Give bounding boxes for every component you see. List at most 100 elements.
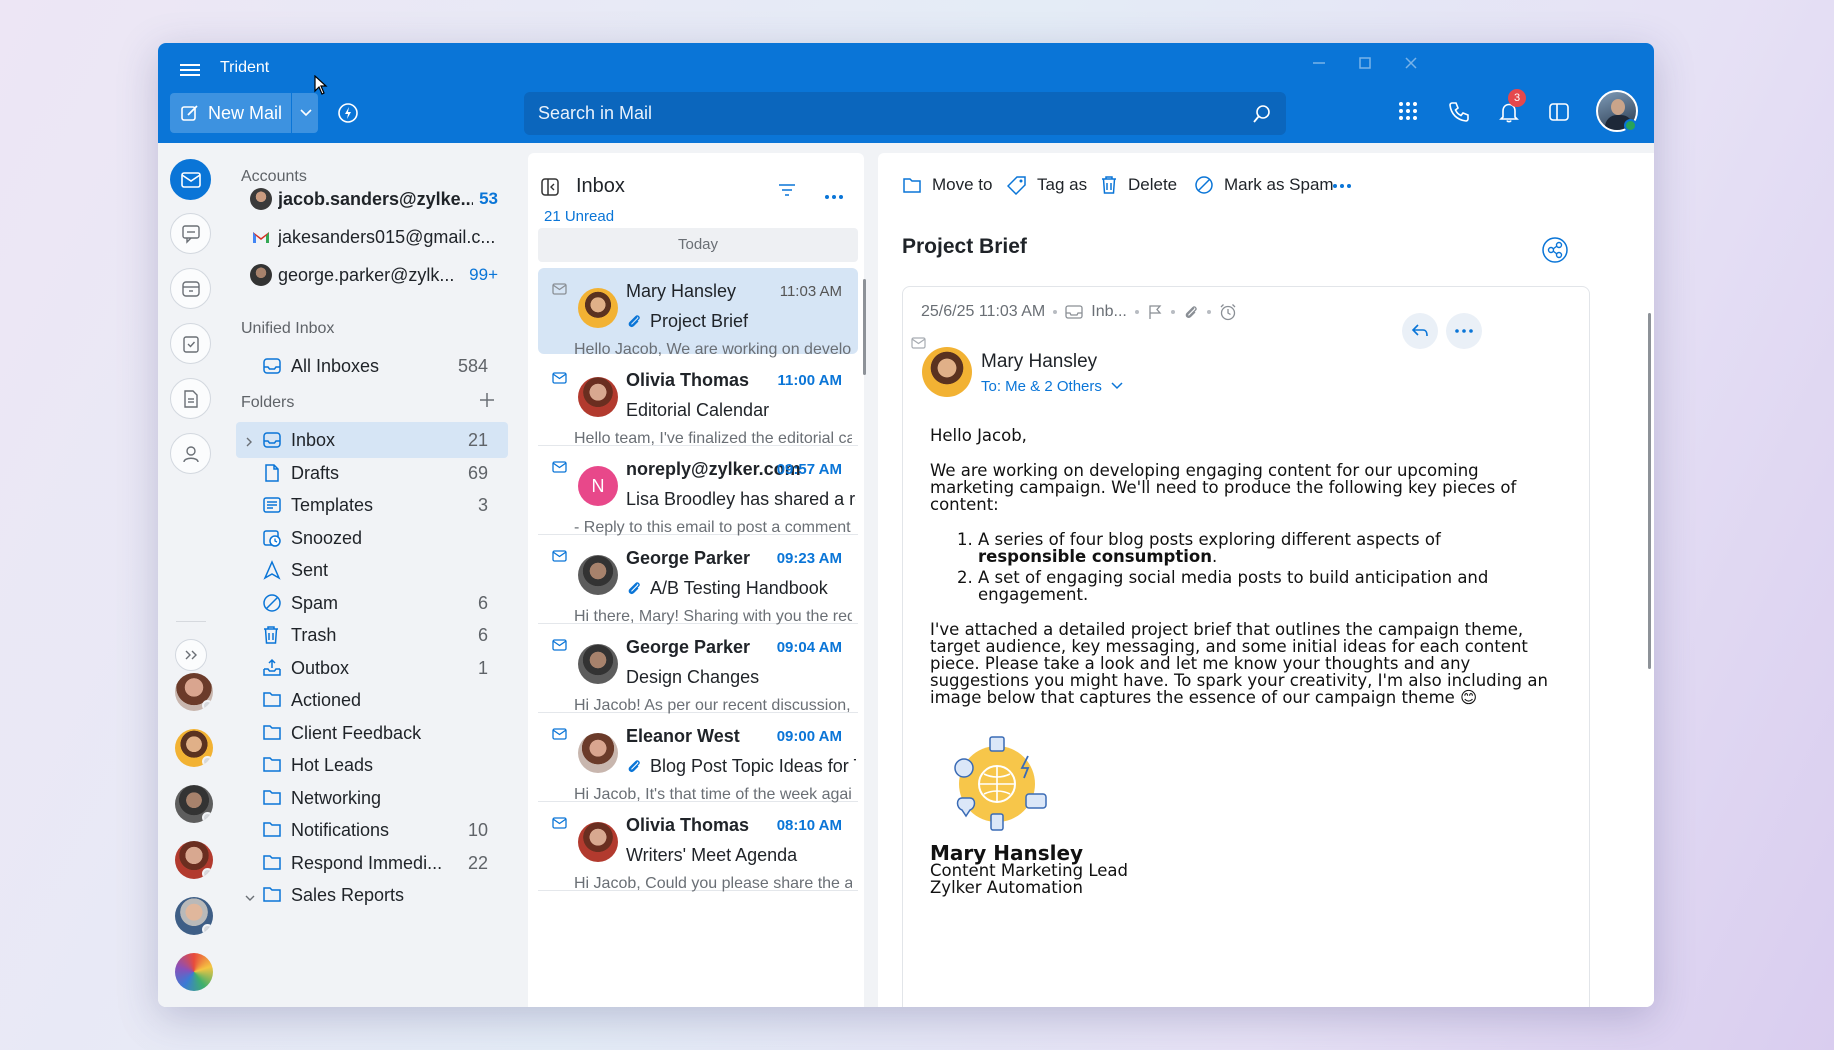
- rail-mail-icon[interactable]: [170, 159, 211, 200]
- sender-name[interactable]: Mary Hansley: [981, 351, 1097, 373]
- collapse-pane-icon[interactable]: [540, 177, 560, 202]
- new-mail-dropdown[interactable]: [291, 93, 319, 133]
- folder-templates[interactable]: Templates 3: [236, 487, 508, 523]
- mail-list-item[interactable]: George Parker 09:23 AM A/B Testing Handboo…: [538, 535, 858, 625]
- reader-scrollbar[interactable]: [1648, 313, 1651, 669]
- account-item[interactable]: jacob.sanders@zylke... 53: [250, 184, 498, 214]
- envelope-icon[interactable]: [552, 549, 567, 567]
- rail-chat-icon[interactable]: [170, 213, 211, 254]
- flag-icon[interactable]: [1147, 304, 1163, 320]
- recipients-toggle[interactable]: To: Me & 2 Others: [981, 378, 1124, 395]
- share-icon[interactable]: [1542, 237, 1568, 268]
- folder-snoozed[interactable]: Snoozed: [236, 520, 508, 556]
- folder-icon: [262, 755, 282, 778]
- chevron-down-icon: [299, 109, 312, 117]
- side-panel-icon[interactable]: [1548, 101, 1570, 128]
- move-to-button[interactable]: Move to: [902, 175, 992, 195]
- contact-avatar[interactable]: [175, 785, 213, 823]
- contact-avatar[interactable]: [175, 673, 213, 711]
- email-body: Hello Jacob, We are working on developin…: [930, 427, 1550, 896]
- rail-expand-icon[interactable]: [175, 639, 207, 671]
- quick-actions-bolt-icon[interactable]: [336, 101, 360, 130]
- minimize-button[interactable]: [1304, 51, 1334, 75]
- sender-avatar[interactable]: [922, 347, 972, 397]
- folder-respond-immedi[interactable]: Respond Immedi... 22: [236, 845, 508, 881]
- folder-notifications[interactable]: Notifications 10: [236, 812, 508, 848]
- alarm-clock-icon[interactable]: [1219, 303, 1237, 321]
- close-button[interactable]: [1396, 51, 1426, 75]
- mail-list-item[interactable]: Eleanor West 09:00 AM Blog Post Topic Idea…: [538, 713, 858, 803]
- account-avatar: [250, 188, 272, 210]
- mail-subject: Project Brief: [626, 311, 856, 332]
- contact-avatar[interactable]: [175, 953, 213, 991]
- envelope-icon[interactable]: [552, 638, 567, 656]
- folder-spam[interactable]: Spam 6: [236, 585, 508, 621]
- mail-sender: Mary Hansley: [626, 281, 737, 301]
- mail-list-item[interactable]: Olivia Thomas 08:10 AM Writers' Meet Agend…: [538, 802, 858, 892]
- unread-count[interactable]: 21 Unread: [544, 208, 614, 225]
- folder-outbox[interactable]: Outbox 1: [236, 650, 508, 686]
- trash-icon: [1102, 176, 1116, 194]
- rail-notes-icon[interactable]: [170, 378, 211, 419]
- signature-name: Mary Hansley: [930, 841, 1084, 865]
- maximize-button[interactable]: [1350, 51, 1380, 75]
- delete-button[interactable]: Delete: [1100, 175, 1177, 195]
- envelope-icon[interactable]: [552, 816, 567, 834]
- folder-all-inboxes[interactable]: All Inboxes 584: [236, 348, 508, 384]
- contact-avatar[interactable]: [175, 841, 213, 879]
- folder-client-feedback[interactable]: Client Feedback: [236, 715, 508, 751]
- rail-contacts-icon[interactable]: [170, 433, 211, 474]
- hamburger-menu-icon[interactable]: [180, 61, 200, 81]
- sender-avatar: [578, 377, 618, 417]
- reader-more-icon[interactable]: [1332, 183, 1362, 189]
- folder-drafts[interactable]: Drafts 69: [236, 455, 508, 491]
- account-item[interactable]: jakesanders015@gmail.c...: [250, 222, 498, 252]
- envelope-icon[interactable]: [552, 371, 567, 389]
- mail-sender: George Parker: [626, 637, 751, 657]
- apps-grid-icon[interactable]: [1398, 101, 1418, 126]
- mail-list-item[interactable]: Olivia Thomas 11:00 AM Editorial Calendar H…: [538, 357, 858, 447]
- sender-avatar: N: [578, 466, 618, 506]
- phone-icon[interactable]: [1448, 101, 1470, 128]
- rail-tasks-icon[interactable]: [170, 323, 211, 364]
- search-placeholder: Search in Mail: [538, 103, 653, 123]
- folder-inbox[interactable]: Inbox 21: [236, 422, 508, 458]
- add-folder-icon[interactable]: [478, 391, 496, 414]
- contact-avatar[interactable]: [175, 729, 213, 767]
- mail-time: 09:23 AM: [776, 550, 842, 567]
- reply-icon[interactable]: [1402, 313, 1438, 349]
- envelope-icon[interactable]: [552, 727, 567, 745]
- folder-actioned[interactable]: Actioned: [236, 682, 508, 718]
- envelope-icon[interactable]: [552, 282, 567, 300]
- campaign-illustration: [942, 732, 1550, 835]
- folder-hot-leads[interactable]: Hot Leads: [236, 747, 508, 783]
- contact-avatar[interactable]: [175, 897, 213, 935]
- folders-header: Folders: [241, 394, 295, 411]
- mail-list-item[interactable]: Nnoreply@zylker.com 09:57 AM Lisa Broodley…: [538, 446, 858, 536]
- folder-networking[interactable]: Networking: [236, 780, 508, 816]
- more-options-icon[interactable]: [824, 187, 844, 205]
- search-input[interactable]: Search in Mail: [524, 92, 1286, 135]
- unified-inbox-header: Unified Inbox: [241, 320, 335, 337]
- folder-sent[interactable]: Sent: [236, 552, 508, 588]
- search-icon[interactable]: [1252, 104, 1272, 124]
- mail-list-item[interactable]: Mary Hansley 11:03 AM Project Brief Hello J…: [538, 268, 858, 358]
- notification-badge: 3: [1508, 89, 1526, 107]
- message-more-icon[interactable]: [1446, 313, 1482, 349]
- folder-trash[interactable]: Trash 6: [236, 617, 508, 653]
- attachment-icon[interactable]: [1183, 304, 1199, 320]
- filter-icon[interactable]: [778, 183, 796, 202]
- chevron-right-icon[interactable]: [244, 432, 254, 453]
- rail-archive-icon[interactable]: [170, 268, 211, 309]
- account-item[interactable]: george.parker@zylk... 99+: [250, 260, 498, 290]
- list-scrollbar[interactable]: [863, 279, 866, 375]
- folder-sales-reports[interactable]: Sales Reports: [236, 877, 508, 913]
- chevron-down-icon[interactable]: [244, 887, 256, 908]
- email-folder[interactable]: Inb...: [1091, 303, 1127, 321]
- signature-title: Content Marketing Lead: [930, 861, 1128, 880]
- envelope-icon[interactable]: [552, 460, 567, 478]
- tag-as-button[interactable]: Tag as: [1007, 175, 1087, 195]
- mark-as-spam-button[interactable]: Mark as Spam: [1194, 175, 1334, 195]
- email-list: A series of four blog posts exploring di…: [978, 531, 1550, 603]
- mail-list-item[interactable]: George Parker 09:04 AM Design Changes Hi Ja…: [538, 624, 858, 714]
